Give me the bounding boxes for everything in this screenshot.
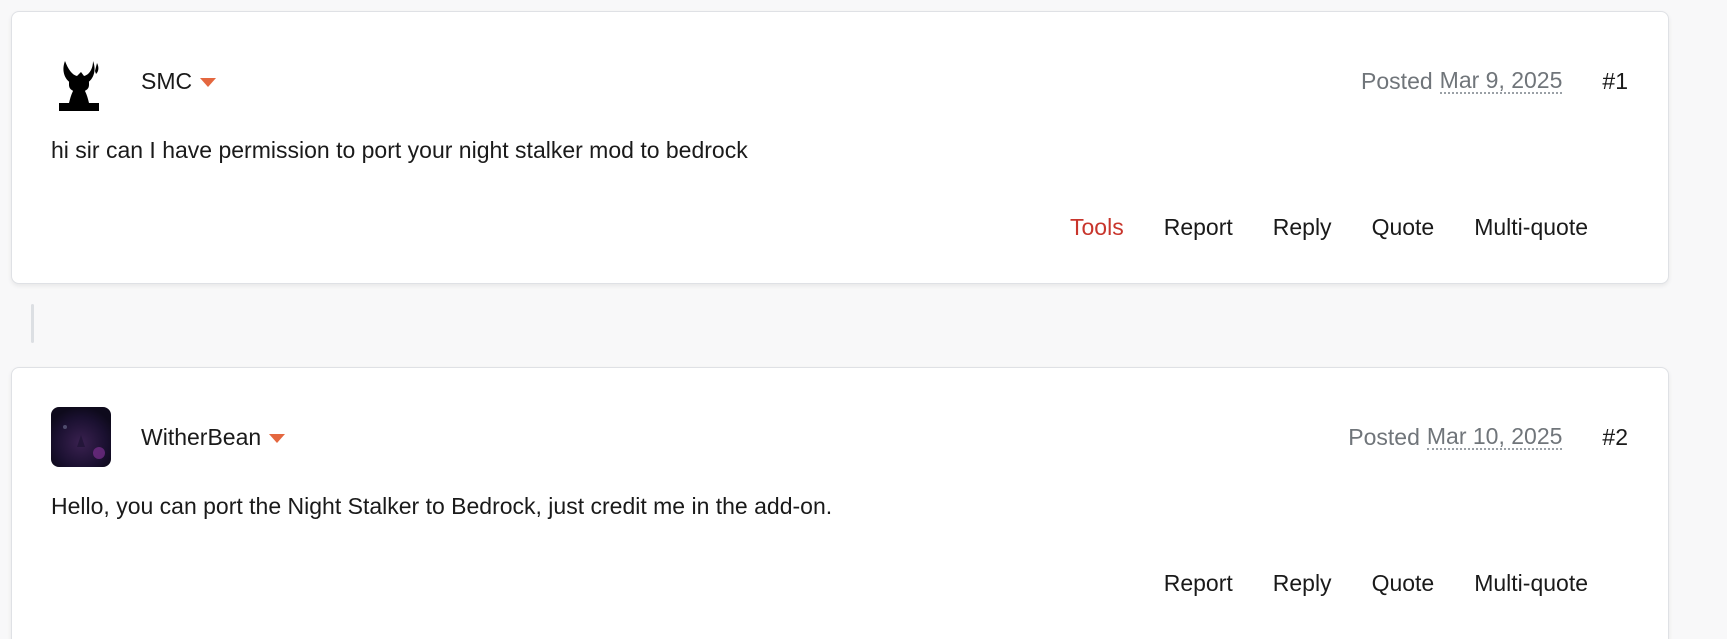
horned-silhouette-avatar-icon (51, 51, 111, 111)
quote-button[interactable]: Quote (1372, 568, 1435, 598)
avatar-smc[interactable] (51, 51, 111, 111)
thread-page: SMC Posted Mar 9, 2025 #1 hi sir can I h… (0, 0, 1727, 639)
caret-down-icon[interactable] (269, 433, 286, 443)
author-name-label[interactable]: SMC (141, 67, 192, 95)
post-actions: Tools Report Reply Quote Multi-quote (1070, 212, 1588, 242)
dark-purple-avatar-icon (51, 407, 111, 467)
author-name-smc[interactable]: SMC (141, 67, 217, 95)
posted-label: Posted (1348, 424, 1420, 450)
post-body: Hello, you can port the Night Stalker to… (51, 493, 833, 519)
post-number-link[interactable]: #1 (1602, 67, 1628, 95)
avatar-witherbean[interactable] (51, 407, 111, 467)
reply-button[interactable]: Reply (1273, 568, 1332, 598)
post-meta: Posted Mar 9, 2025 #1 (1361, 67, 1628, 95)
post-2: WitherBean Posted Mar 10, 2025 #2 Hello,… (11, 367, 1669, 639)
report-button[interactable]: Report (1164, 212, 1233, 242)
multi-quote-button[interactable]: Multi-quote (1474, 212, 1588, 242)
post-number-link[interactable]: #2 (1602, 423, 1628, 451)
reply-button[interactable]: Reply (1273, 212, 1332, 242)
post-actions: Report Reply Quote Multi-quote (1164, 568, 1588, 598)
post-1: SMC Posted Mar 9, 2025 #1 hi sir can I h… (11, 11, 1669, 284)
post-body: hi sir can I have permission to port you… (51, 137, 748, 163)
author-name-label[interactable]: WitherBean (141, 423, 261, 451)
post-date-link[interactable]: Mar 9, 2025 (1439, 68, 1563, 94)
posted-label: Posted (1361, 68, 1433, 94)
multi-quote-button[interactable]: Multi-quote (1474, 568, 1588, 598)
tools-button[interactable]: Tools (1070, 212, 1124, 242)
caret-down-icon[interactable] (200, 77, 217, 87)
post-date-link[interactable]: Mar 10, 2025 (1426, 424, 1563, 450)
quote-button[interactable]: Quote (1372, 212, 1435, 242)
report-button[interactable]: Report (1164, 568, 1233, 598)
post-meta: Posted Mar 10, 2025 #2 (1348, 423, 1628, 451)
thread-connector-line (31, 304, 34, 343)
author-name-witherbean[interactable]: WitherBean (141, 423, 286, 451)
